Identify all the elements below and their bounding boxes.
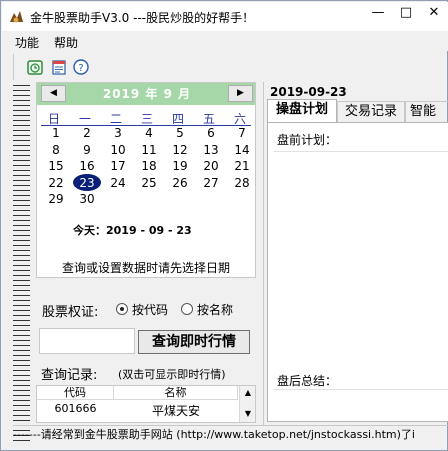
calendar-day[interactable]: 10 xyxy=(103,142,133,158)
menu-help[interactable]: 帮助 xyxy=(54,34,78,51)
calendar-header: ◀ 2019 年 9 月 ▶ xyxy=(37,83,255,105)
calendar-day[interactable]: 5 xyxy=(165,125,195,141)
column-header-code[interactable]: 代码 xyxy=(37,386,114,400)
bull-logo-icon xyxy=(10,11,23,23)
calendar-day[interactable]: 8 xyxy=(41,142,71,158)
note-icon[interactable] xyxy=(50,58,68,76)
column-header-name[interactable]: 名称 xyxy=(114,386,238,400)
status-bar: -------请经常到金牛股票助手网站 (http://www.taketop.… xyxy=(13,425,448,443)
calendar-day[interactable]: 14 xyxy=(227,142,257,158)
radio-by-name-label[interactable]: 按名称 xyxy=(197,301,233,318)
next-month-button[interactable]: ▶ xyxy=(228,85,253,102)
calendar-day[interactable]: 12 xyxy=(165,142,195,158)
clock-icon[interactable] xyxy=(26,58,44,76)
calendar-day[interactable]: 23 xyxy=(72,175,102,191)
calendar-day[interactable]: 22 xyxy=(41,175,71,191)
post-market-summary-label: 盘后总结： xyxy=(277,374,338,388)
row-code-cell[interactable]: 601666 xyxy=(37,402,114,418)
calendar-day[interactable]: 3 xyxy=(103,125,133,141)
toolbar: ? xyxy=(13,54,91,80)
calendar-day[interactable]: 28 xyxy=(227,175,257,191)
tab-trade-plan[interactable]: 操盘计划 xyxy=(267,99,337,122)
stock-query-panel: 股票权证: 按代码 按名称 查询即时行情 查询记录: (双击可显示即时行情) 代… xyxy=(36,289,256,423)
prev-month-button[interactable]: ◀ xyxy=(41,85,66,102)
calendar-day[interactable]: 18 xyxy=(134,158,164,174)
calendar-day[interactable]: 7 xyxy=(227,125,257,141)
calendar-day[interactable]: 6 xyxy=(196,125,226,141)
svg-text:?: ? xyxy=(78,63,83,74)
radio-by-code-label[interactable]: 按代码 xyxy=(132,301,168,318)
history-table: 代码 名称 601666 平煤天安 ▲ ▼ xyxy=(36,385,256,423)
calendar-day[interactable]: 9 xyxy=(72,142,102,158)
tab-content: 盘前计划： 盘后总结： xyxy=(267,122,448,422)
calendar-day[interactable]: 21 xyxy=(227,158,257,174)
row-name-cell[interactable]: 平煤天安 xyxy=(114,402,238,418)
today-label[interactable]: 今天：2019 - 09 - 23 xyxy=(73,222,192,238)
scroll-down-icon[interactable]: ▼ xyxy=(241,407,255,421)
scroll-up-icon[interactable]: ▲ xyxy=(241,386,255,400)
calendar-weekdays: 日一二三四五六 xyxy=(39,110,255,126)
calendar-day[interactable]: 26 xyxy=(165,175,195,191)
pre-market-plan-textarea[interactable] xyxy=(274,151,448,351)
side-ruler xyxy=(13,85,30,442)
calendar-day[interactable]: 1 xyxy=(41,125,71,141)
calendar-day[interactable]: 11 xyxy=(134,142,164,158)
help-icon[interactable]: ? xyxy=(72,58,90,76)
selected-date: 2019-09-23 xyxy=(270,85,347,99)
post-market-summary-textarea[interactable] xyxy=(274,389,448,419)
right-panel: 2019-09-23 操盘计划 交易记录 智能 盘前计划： 盘后总结： xyxy=(263,82,448,425)
calendar-month-title: 2019 年 9 月 xyxy=(102,87,192,101)
tab-smart[interactable]: 智能 xyxy=(405,101,448,122)
tab-trade-records[interactable]: 交易记录 xyxy=(337,101,405,122)
calendar-day[interactable]: 30 xyxy=(72,191,102,207)
history-hint: (双击可显示即时行情) xyxy=(118,368,226,381)
pre-market-plan-label: 盘前计划： xyxy=(277,133,338,147)
calendar-day[interactable]: 2 xyxy=(72,125,102,141)
maximize-button[interactable]: □ xyxy=(392,3,420,23)
calendar-day[interactable]: 13 xyxy=(196,142,226,158)
radio-by-name[interactable] xyxy=(181,303,193,315)
calendar-day[interactable]: 27 xyxy=(196,175,226,191)
calendar-day[interactable]: 16 xyxy=(72,158,102,174)
title-bar: 金牛股票助手V3.0 ---股民炒股的好帮手！ — □ ✕ xyxy=(2,2,448,31)
calendar-day[interactable]: 17 xyxy=(103,158,133,174)
calendar-day[interactable]: 4 xyxy=(134,125,164,141)
query-quote-button[interactable]: 查询即时行情 xyxy=(138,330,250,354)
window-title: 金牛股票助手V3.0 ---股民炒股的好帮手！ xyxy=(30,11,255,25)
calendar-hint: 查询或设置数据时请先选择日期 xyxy=(61,261,230,275)
calendar-day[interactable]: 29 xyxy=(41,191,71,207)
menu-function[interactable]: 功能 xyxy=(15,34,39,51)
calendar: ◀ 2019 年 9 月 ▶ 日一二三四五六 今天：2019 - 09 - 23… xyxy=(36,82,256,278)
calendar-day[interactable]: 15 xyxy=(41,158,71,174)
history-label: 查询记录: xyxy=(41,368,98,383)
calendar-day[interactable]: 20 xyxy=(196,158,226,174)
calendar-day[interactable]: 25 xyxy=(134,175,164,191)
close-button[interactable]: ✕ xyxy=(420,3,448,23)
stock-label: 股票权证: xyxy=(42,305,99,320)
calendar-day[interactable]: 24 xyxy=(103,175,133,191)
stock-code-input[interactable] xyxy=(39,328,135,354)
table-scrollbar[interactable]: ▲ ▼ xyxy=(239,386,255,422)
calendar-day[interactable]: 19 xyxy=(165,158,195,174)
app-window: 金牛股票助手V3.0 ---股民炒股的好帮手！ — □ ✕ 功能 帮助 ? ◀ … xyxy=(0,0,448,451)
minimize-button[interactable]: — xyxy=(364,3,392,23)
radio-by-code[interactable] xyxy=(116,303,128,315)
menu-bar: 功能 帮助 xyxy=(2,31,448,51)
